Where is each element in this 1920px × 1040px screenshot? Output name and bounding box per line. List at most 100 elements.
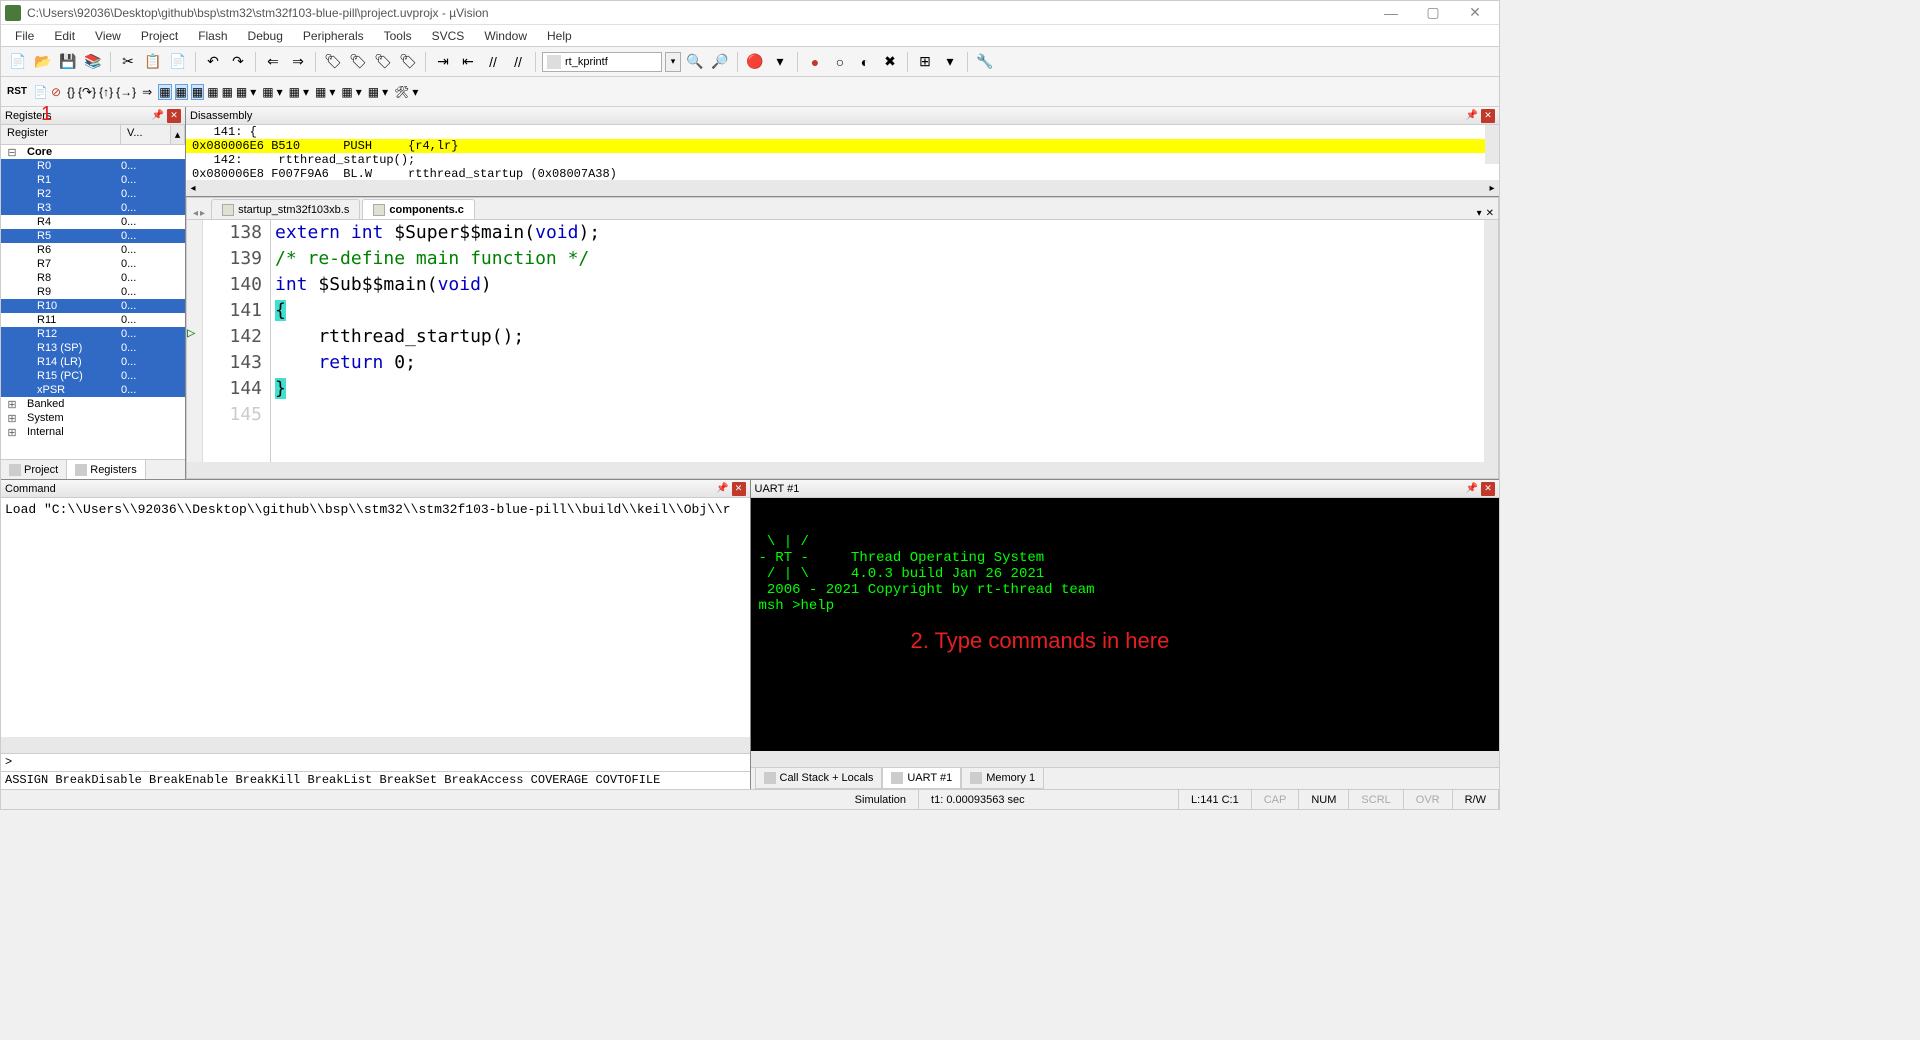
pin-icon[interactable]: 📌 [151, 109, 165, 123]
disasm-line[interactable]: 141: { [186, 125, 1499, 139]
paste-icon[interactable]: 📄 [167, 51, 189, 73]
tab-callstack[interactable]: Call Stack + Locals [755, 768, 883, 789]
run-to-cursor-icon[interactable]: {→} [116, 85, 136, 99]
close-icon[interactable]: ✕ [1481, 109, 1495, 123]
system-viewer-icon[interactable]: ▦ [368, 85, 379, 99]
tab-nav-back-icon[interactable]: ◂ [193, 208, 198, 219]
scrollbar-horizontal[interactable] [187, 462, 1498, 478]
analysis-window-icon[interactable]: ▦ [315, 85, 326, 99]
menu-tools[interactable]: Tools [374, 27, 422, 45]
register-row[interactable]: R100... [1, 299, 185, 313]
register-row[interactable]: R13 (SP)0... [1, 341, 185, 355]
register-row[interactable]: R10... [1, 173, 185, 187]
scroll-up-icon[interactable]: ▴ [171, 125, 185, 144]
pin-icon[interactable]: 📌 [716, 482, 730, 496]
code-line[interactable]: { [275, 298, 1498, 324]
editor-body[interactable]: ▷ 138139140141142143144145 extern int $S… [187, 220, 1498, 462]
register-row[interactable]: R70... [1, 257, 185, 271]
stop-icon[interactable]: ⊘ [51, 85, 61, 99]
pin-icon[interactable]: 📌 [1465, 482, 1479, 496]
window-dd[interactable]: ▾ [939, 51, 961, 73]
scrollbar-vertical[interactable] [1484, 220, 1498, 462]
cut-icon[interactable]: ✂ [117, 51, 139, 73]
register-row[interactable]: R30... [1, 201, 185, 215]
disasm-line[interactable]: 0x080006E8 F007F9A6 BL.W rtthread_startu… [186, 167, 1499, 180]
run-icon[interactable]: 📄 1 [33, 85, 48, 99]
breakpoint-kill-icon[interactable]: ✖ [879, 51, 901, 73]
code-line[interactable]: extern int $Super$$main(void); [275, 220, 1498, 246]
toolbox-dd[interactable]: ▾ [412, 85, 418, 99]
menu-file[interactable]: File [5, 27, 44, 45]
register-row[interactable]: R20... [1, 187, 185, 201]
nav-back-icon[interactable]: ⇐ [262, 51, 284, 73]
tab-menu-icon[interactable]: ▾ [1477, 208, 1482, 219]
call-stack-window-icon[interactable]: ▦ [222, 85, 233, 99]
disassembly-body[interactable]: 141: {0x080006E6 B510 PUSH {r4,lr} 142: … [186, 125, 1499, 180]
scrollbar-horizontal[interactable] [1, 737, 750, 753]
pin-icon[interactable]: 📌 [1465, 109, 1479, 123]
step-out-icon[interactable]: {↑} [99, 85, 113, 99]
bookmark-clear-icon[interactable]: 🏷 [397, 51, 419, 73]
register-row[interactable]: R90... [1, 285, 185, 299]
code-line[interactable]: /* re-define main function */ [275, 246, 1498, 272]
toolbox-icon[interactable]: 🛠 [394, 85, 409, 99]
tab-project[interactable]: Project [1, 460, 67, 479]
bookmark-icon[interactable]: 🏷 [322, 51, 344, 73]
breakpoint-disable-icon[interactable]: ◐ [854, 51, 876, 73]
comment-icon[interactable]: // [482, 51, 504, 73]
menu-project[interactable]: Project [131, 27, 188, 45]
register-row[interactable]: R14 (LR)0... [1, 355, 185, 369]
open-file-icon[interactable]: 📂 [32, 51, 54, 73]
menu-peripherals[interactable]: Peripherals [293, 27, 374, 45]
register-row[interactable]: R60... [1, 243, 185, 257]
menu-help[interactable]: Help [537, 27, 582, 45]
find-input[interactable] [542, 52, 662, 72]
bookmark-next-icon[interactable]: 🏷 [372, 51, 394, 73]
menu-window[interactable]: Window [474, 27, 537, 45]
menu-debug[interactable]: Debug [238, 27, 293, 45]
command-body[interactable]: Load "C:\\Users\\92036\\Desktop\\github\… [1, 498, 750, 737]
code-line[interactable]: rtthread_startup(); [275, 324, 1498, 350]
code-line[interactable]: int $Sub$$main(void) [275, 272, 1498, 298]
minimize-button[interactable]: — [1371, 3, 1411, 23]
register-row[interactable]: R120... [1, 327, 185, 341]
disasm-line[interactable]: 142: rtthread_startup(); [186, 153, 1499, 167]
menu-flash[interactable]: Flash [188, 27, 237, 45]
editor-tab-components[interactable]: components.c [362, 199, 475, 219]
uncomment-icon[interactable]: // [507, 51, 529, 73]
step-icon[interactable]: {} [67, 85, 75, 99]
menu-view[interactable]: View [85, 27, 131, 45]
scrollbar-vertical[interactable] [1485, 125, 1499, 164]
menu-svcs[interactable]: SVCS [422, 27, 475, 45]
show-next-icon[interactable]: ⇒ [142, 85, 152, 99]
debug-icon[interactable]: 🔴 [744, 51, 766, 73]
maximize-button[interactable]: ▢ [1413, 3, 1453, 23]
register-row[interactable]: R110... [1, 313, 185, 327]
undo-icon[interactable]: ↶ [202, 51, 224, 73]
trace-dd[interactable]: ▾ [356, 85, 362, 99]
bookmark-prev-icon[interactable]: 🏷 [347, 51, 369, 73]
scroll-left-icon[interactable]: ◂ [186, 183, 200, 194]
disasm-line[interactable]: 0x080006E6 B510 PUSH {r4,lr} [186, 139, 1499, 153]
debug-dd[interactable]: ▾ [769, 51, 791, 73]
new-file-icon[interactable]: 📄 [7, 51, 29, 73]
save-all-icon[interactable]: 📚 [82, 51, 104, 73]
find-in-files-icon[interactable]: 🔍 [684, 51, 706, 73]
tab-memory1[interactable]: Memory 1 [961, 768, 1044, 789]
registers-window-icon[interactable]: ▦ [207, 85, 218, 99]
analysis-dd[interactable]: ▾ [329, 85, 335, 99]
uart-body[interactable]: \ | / - RT - Thread Operating System / |… [751, 498, 1500, 751]
editor-tab-startup[interactable]: startup_stm32f103xb.s [211, 199, 360, 219]
configure-icon[interactable]: 🔧 [974, 51, 996, 73]
watch-dd[interactable]: ▾ [250, 85, 256, 99]
system-dd[interactable]: ▾ [382, 85, 388, 99]
indent-icon[interactable]: ⇥ [432, 51, 454, 73]
code-line[interactable]: return 0; [275, 350, 1498, 376]
command-input[interactable]: > [1, 753, 750, 771]
breakpoint-insert-icon[interactable]: ● [804, 51, 826, 73]
trace-window-icon[interactable]: ▦ [341, 85, 352, 99]
register-group-core[interactable]: ⊟Core [1, 145, 185, 159]
find-dropdown[interactable]: ▾ [665, 52, 681, 72]
register-group-system[interactable]: ⊞System [1, 411, 185, 425]
tab-uart1[interactable]: UART #1 [882, 768, 961, 789]
